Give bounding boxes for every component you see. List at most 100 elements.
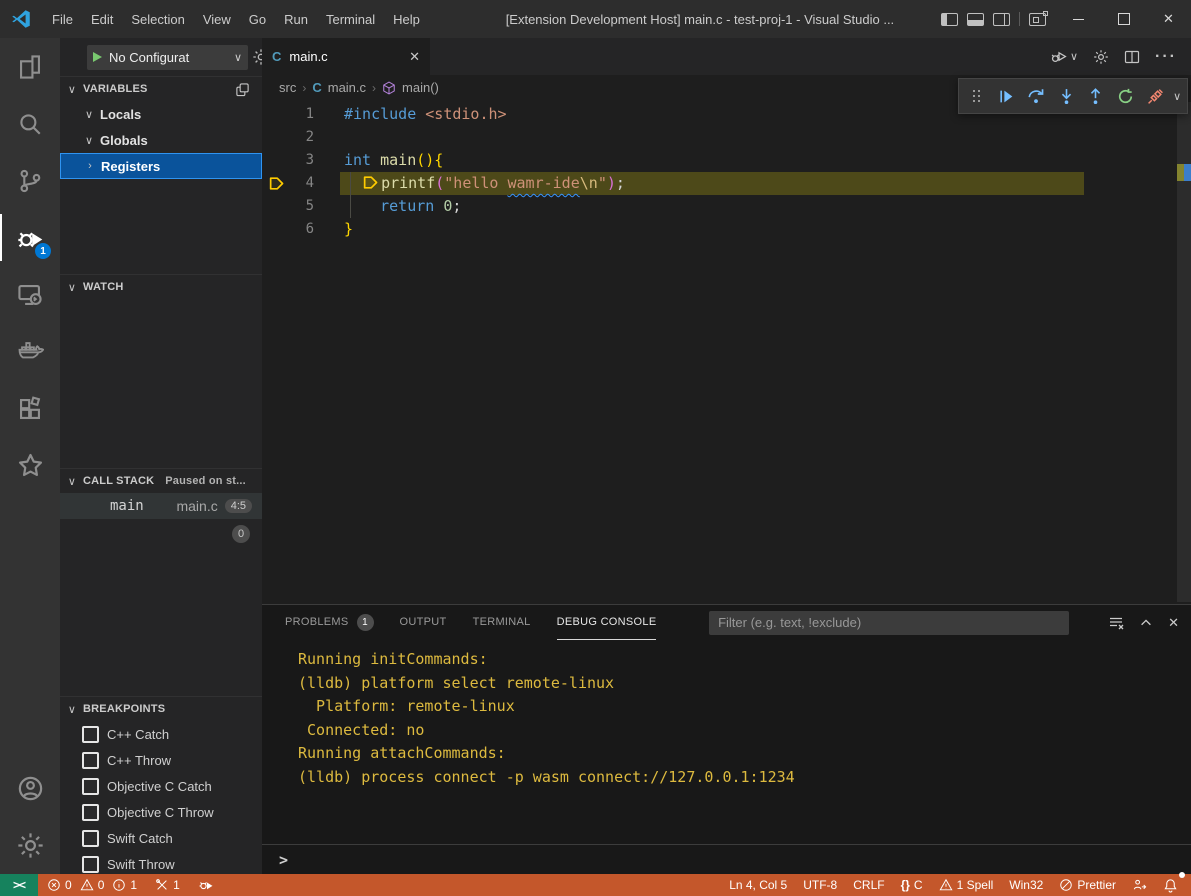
remote-explorer-icon[interactable] [0,266,60,323]
more-debug-actions-icon[interactable]: ∨ [1173,90,1181,103]
spell-checker-status[interactable]: 1 Spell [934,874,999,896]
paused-breakpoint-icon[interactable] [262,172,290,195]
tab-main-c[interactable]: C main.c ✕ [262,38,430,75]
panel-tab-problems[interactable]: PROBLEMS1 [285,605,374,640]
maximize-button[interactable] [1101,0,1146,38]
window-title: [Extension Development Host] main.c - te… [429,12,941,27]
feedback-icon[interactable] [1127,874,1152,896]
console-filter-input[interactable] [709,611,1069,635]
explorer-icon[interactable] [0,38,60,95]
menu-help[interactable]: Help [384,0,429,38]
breakpoint-checkbox[interactable] [82,804,99,821]
remote-indicator[interactable]: >< [0,874,38,896]
problems-status[interactable]: 0 0 1 [42,874,142,896]
ports-status[interactable]: 1 [150,874,185,896]
panel-tab-output[interactable]: OUTPUT [400,605,447,640]
step-out-button[interactable] [1084,84,1108,108]
open-launch-json-icon[interactable] [248,48,262,66]
inline-breakpoint-icon[interactable] [362,174,381,191]
menu-file[interactable]: File [43,0,82,38]
extensions-icon[interactable] [0,380,60,437]
breakpoint-checkbox[interactable] [82,752,99,769]
menu-go[interactable]: Go [240,0,275,38]
continue-button[interactable] [995,84,1019,108]
eol-indicator[interactable]: CRLF [848,874,889,896]
encoding-indicator[interactable]: UTF-8 [798,874,842,896]
variables-item-registers[interactable]: ›Registers [60,153,262,179]
toggle-panel-icon[interactable] [967,13,984,26]
toggle-sidebar-icon[interactable] [941,13,958,26]
gutter-breakpoint-margin[interactable] [262,126,290,149]
breakpoint-checkbox[interactable] [82,726,99,743]
breakpoint-checkbox[interactable] [82,778,99,795]
menu-terminal[interactable]: Terminal [317,0,384,38]
stack-frame-row[interactable]: main main.c 4:5 [60,493,262,519]
variables-list: ∨Locals∨Globals›Registers [60,101,262,179]
gutter-breakpoint-margin[interactable] [262,218,290,241]
gutter-breakpoint-margin[interactable] [262,149,290,172]
cursor-position[interactable]: Ln 4, Col 5 [724,874,792,896]
maximize-panel-icon[interactable] [1139,616,1153,630]
breakpoint-item[interactable]: Swift Catch [60,825,262,851]
gutter-breakpoint-margin[interactable] [262,195,290,218]
error-count: 0 [65,878,72,892]
formatter-status[interactable]: Prettier [1054,874,1121,896]
close-panel-icon[interactable]: ✕ [1168,615,1179,631]
split-editor-icon[interactable] [1124,49,1140,65]
variables-header[interactable]: ∨ VARIABLES [60,77,262,101]
clear-console-icon[interactable] [1108,615,1124,631]
launch-config-dropdown[interactable]: No Configurat ∨ [87,45,248,70]
watch-header[interactable]: ∨ WATCH [60,275,262,299]
menu-run[interactable]: Run [275,0,317,38]
variables-item-locals[interactable]: ∨Locals [60,101,262,127]
breakpoint-item[interactable]: Swift Throw [60,851,262,874]
breadcrumb-symbol[interactable]: main() [402,80,439,95]
start-debug-icon[interactable] [93,52,102,62]
close-button[interactable]: ✕ [1146,0,1191,38]
gutter-breakpoint-margin[interactable] [262,103,290,126]
disconnect-button[interactable] [1143,84,1167,108]
docker-icon[interactable] [0,323,60,380]
customize-layout-icon[interactable] [1029,13,1046,26]
settings-gear-icon[interactable] [0,817,60,874]
minimize-button[interactable] [1056,0,1101,38]
menu-edit[interactable]: Edit [82,0,122,38]
step-over-button[interactable] [1024,84,1048,108]
breakpoint-checkbox[interactable] [82,830,99,847]
menu-selection[interactable]: Selection [122,0,193,38]
breakpoint-checkbox[interactable] [82,856,99,873]
breadcrumb-file[interactable]: main.c [328,80,366,95]
run-and-debug-icon[interactable]: 1 [0,209,60,266]
variables-item-globals[interactable]: ∨Globals [60,127,262,153]
debug-status-icon[interactable] [193,874,219,896]
search-icon[interactable] [0,95,60,152]
settings-gear-icon[interactable] [1093,49,1109,65]
accounts-icon[interactable] [0,760,60,817]
restart-button[interactable] [1114,84,1138,108]
panel-tab-debug-console[interactable]: DEBUG CONSOLE [557,605,657,640]
menu-view[interactable]: View [194,0,240,38]
call-stack-header[interactable]: ∨ CALL STACK Paused on st... [60,469,262,493]
breakpoints-header[interactable]: ∨ BREAKPOINTS [60,697,262,721]
panel-tab-terminal[interactable]: TERMINAL [473,605,531,640]
toggle-secondary-sidebar-icon[interactable] [993,13,1010,26]
breakpoint-item[interactable]: Objective C Catch [60,773,262,799]
notifications-bell-icon[interactable] [1158,874,1183,896]
close-tab-icon[interactable]: ✕ [409,49,420,65]
run-or-debug-button[interactable]: ∨ [1050,48,1078,65]
code-area[interactable]: 1#include <stdio.h>23int main(){4 printf… [262,100,1191,604]
drag-grip-icon[interactable] [965,84,989,108]
debug-console-input[interactable]: > [262,844,1191,874]
platform-indicator[interactable]: Win32 [1004,874,1048,896]
breadcrumb-folder[interactable]: src [279,80,296,95]
language-mode[interactable]: {} C [896,874,928,896]
breakpoint-item[interactable]: C++ Throw [60,747,262,773]
source-control-icon[interactable] [0,152,60,209]
step-into-button[interactable] [1054,84,1078,108]
more-actions-icon[interactable]: ··· [1155,48,1177,66]
copy-value-icon[interactable] [235,82,254,97]
breakpoint-item[interactable]: C++ Catch [60,721,262,747]
breakpoint-item[interactable]: Objective C Throw [60,799,262,825]
breakpoint-label: C++ Catch [107,727,169,742]
star-icon[interactable] [0,437,60,494]
